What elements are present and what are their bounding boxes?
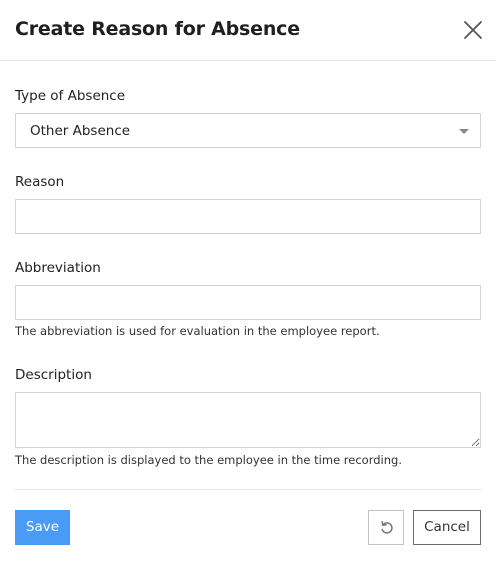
reason-label: Reason <box>15 174 65 190</box>
create-reason-dialog: Create Reason for Absence Type of Absenc… <box>0 0 496 561</box>
close-icon <box>464 21 482 39</box>
reset-button[interactable] <box>368 510 404 545</box>
abbreviation-help-text: The abbreviation is used for evaluation … <box>15 324 380 338</box>
type-of-absence-value: Other Absence <box>30 123 131 139</box>
abbreviation-label: Abbreviation <box>15 260 101 276</box>
cancel-button[interactable]: Cancel <box>413 510 481 545</box>
type-of-absence-label: Type of Absence <box>15 88 126 104</box>
type-of-absence-select[interactable]: Other Absence <box>15 113 481 148</box>
save-button[interactable]: Save <box>15 510 70 545</box>
dialog-header: Create Reason for Absence <box>0 0 496 61</box>
dialog-title: Create Reason for Absence <box>15 18 300 40</box>
reason-input[interactable] <box>15 199 481 234</box>
abbreviation-input[interactable] <box>15 285 481 320</box>
chevron-down-icon <box>459 129 469 134</box>
description-textarea[interactable] <box>15 392 481 448</box>
description-label: Description <box>15 367 92 383</box>
description-help-text: The description is displayed to the empl… <box>15 453 402 467</box>
close-button[interactable] <box>462 19 484 41</box>
footer-divider <box>15 489 481 490</box>
reset-icon <box>381 521 393 534</box>
